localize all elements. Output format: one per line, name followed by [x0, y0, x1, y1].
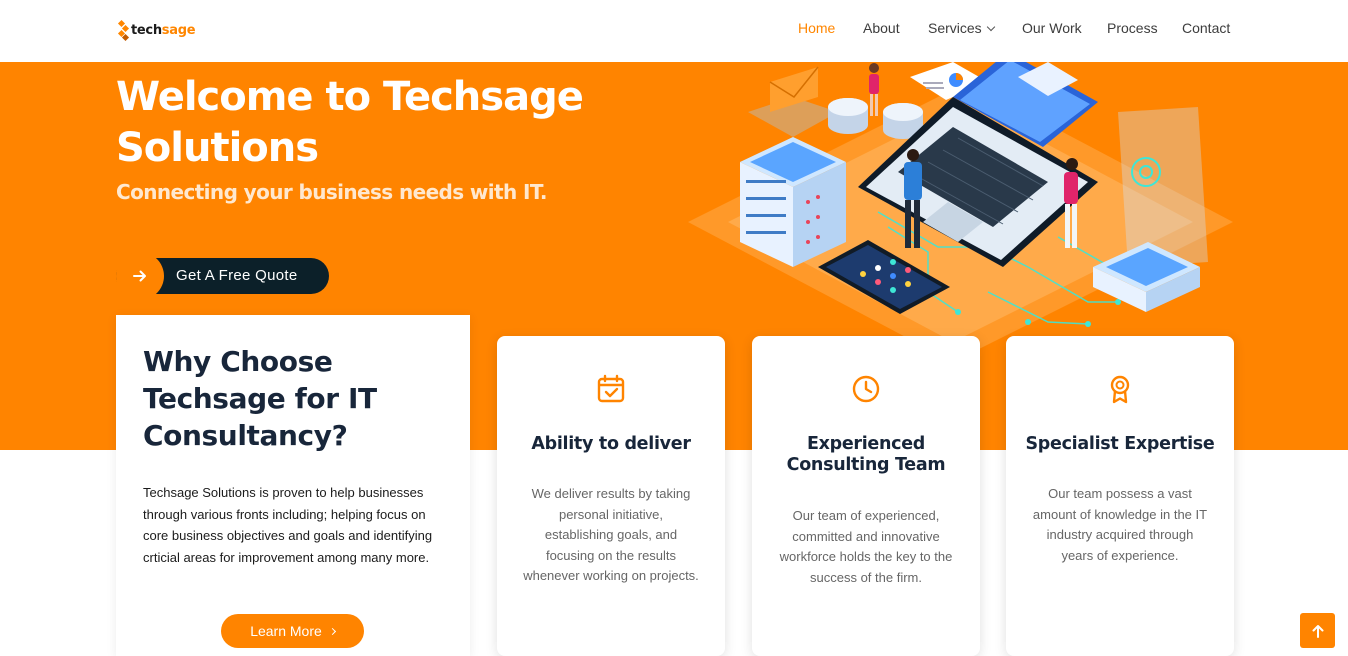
calendar-check-icon [597, 374, 625, 403]
free-quote-label: Get A Free Quote [176, 267, 298, 284]
why-choose-text: Techsage Solutions is proven to help bus… [143, 485, 433, 565]
nav-our-work[interactable]: Our Work [1022, 20, 1082, 36]
feature-text: Our team possess a vast amount of knowle… [1032, 486, 1208, 563]
feature-card-expertise: Specialist Expertise Our team possess a … [1006, 336, 1234, 656]
nav-services-label: Services [928, 20, 982, 36]
feature-title: Experienced Consulting Team [786, 434, 946, 475]
chevron-down-icon [986, 22, 995, 32]
chevron-right-icon [328, 627, 336, 635]
site-header: techsage Home About Services Our Work Pr… [0, 0, 1348, 62]
award-icon [1110, 375, 1130, 404]
nav-process[interactable]: Process [1107, 20, 1158, 36]
feature-text: Our team of experienced, committed and i… [779, 508, 953, 585]
why-choose-title: Why Choose Techsage for IT Consultancy? [143, 345, 377, 452]
hero-title: Welcome to Techsage Solutions [116, 74, 584, 171]
learn-more-label: Learn More [250, 623, 322, 639]
nav-contact[interactable]: Contact [1182, 20, 1230, 36]
nav-home[interactable]: Home [798, 20, 835, 36]
feature-card-team: Experienced Consulting Team Our team of … [752, 336, 980, 656]
feature-title: Ability to deliver [531, 434, 691, 454]
feature-text: We deliver results by taking personal in… [523, 486, 699, 583]
free-quote-button[interactable]: Get A Free Quote [116, 252, 329, 300]
nav-about[interactable]: About [863, 20, 900, 36]
feature-title: Specialist Expertise [1025, 434, 1215, 454]
feature-card-deliver: Ability to deliver We deliver results by… [497, 336, 725, 656]
learn-more-button[interactable]: Learn More [221, 614, 364, 648]
why-choose-card: Why Choose Techsage for IT Consultancy? … [116, 315, 470, 656]
nav-services[interactable]: Services [928, 20, 995, 36]
arrow-right-icon [116, 252, 164, 300]
hero-subtitle: Connecting your business needs with IT. [116, 180, 547, 204]
clock-icon [852, 375, 880, 403]
arrow-up-icon [1312, 624, 1323, 638]
scroll-top-button[interactable] [1300, 613, 1335, 648]
main-nav: Home About Services Our Work Process Con… [0, 20, 1348, 40]
